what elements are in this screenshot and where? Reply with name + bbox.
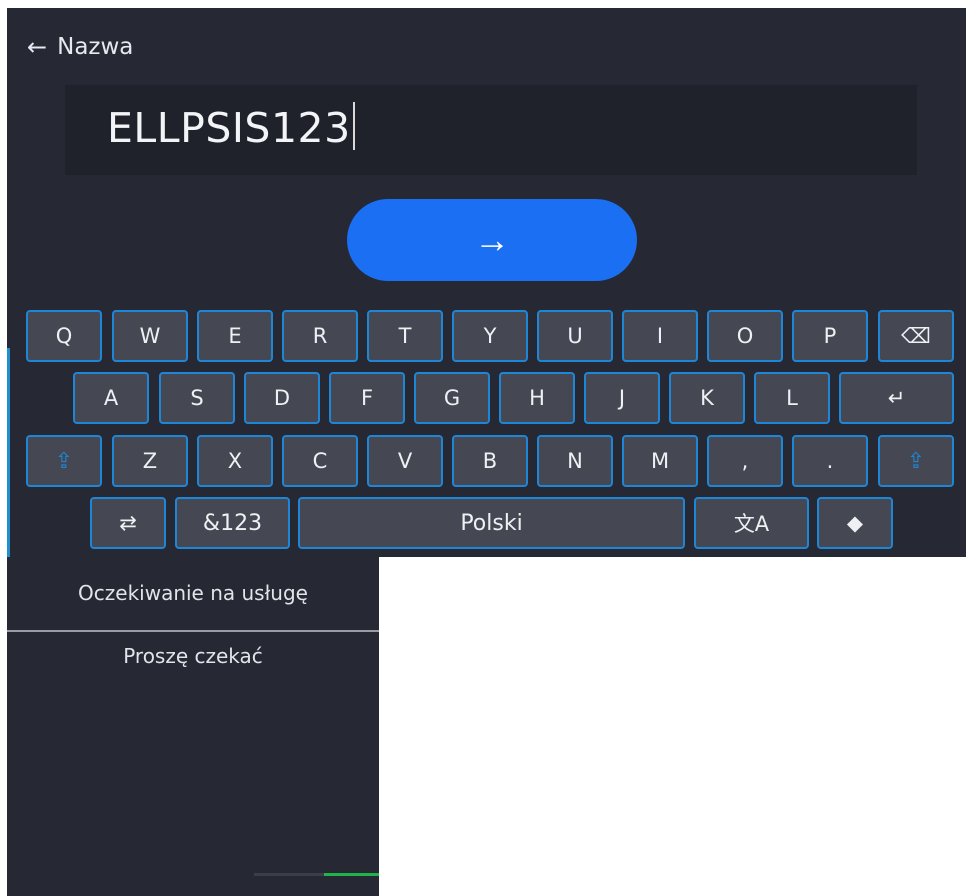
key-i[interactable]: I: [622, 310, 698, 362]
status-panel: Oczekiwanie na usługę Proszę czekać: [7, 557, 379, 896]
confirm-button[interactable]: →: [347, 199, 637, 281]
switch-layout-key[interactable]: ⇄: [90, 497, 166, 549]
panel-edge-line: [7, 348, 10, 557]
key-period[interactable]: .: [792, 435, 868, 487]
backspace-icon: ⌫: [901, 324, 931, 348]
key-l[interactable]: L: [754, 372, 830, 424]
key-x[interactable]: X: [197, 435, 273, 487]
enter-icon: ↵: [887, 386, 906, 410]
arrow-right-icon: →: [474, 219, 510, 260]
key-s[interactable]: S: [159, 372, 235, 424]
shift-key-right[interactable]: ⇪: [878, 435, 954, 487]
progress-track: [254, 873, 324, 876]
status-divider: [7, 630, 379, 632]
key-u[interactable]: U: [537, 310, 613, 362]
cropped-top-strip: [0, 0, 966, 8]
key-w[interactable]: W: [112, 310, 188, 362]
clear-key[interactable]: ◆: [817, 497, 893, 549]
key-f[interactable]: F: [329, 372, 405, 424]
back-arrow-icon[interactable]: ←: [27, 35, 47, 59]
key-r[interactable]: R: [282, 310, 358, 362]
key-j[interactable]: J: [584, 372, 660, 424]
key-v[interactable]: V: [367, 435, 443, 487]
key-e[interactable]: E: [197, 310, 273, 362]
key-d[interactable]: D: [244, 372, 320, 424]
key-y[interactable]: Y: [452, 310, 528, 362]
shift-icon: ⇪: [906, 448, 926, 474]
header: ← Nazwa: [27, 32, 133, 62]
symbols-key[interactable]: &123: [175, 497, 290, 549]
name-input[interactable]: ELLPSIS123: [65, 85, 917, 175]
key-g[interactable]: G: [414, 372, 490, 424]
key-k[interactable]: K: [669, 372, 745, 424]
enter-key[interactable]: ↵: [839, 372, 954, 424]
text-caret: [352, 102, 355, 150]
key-m[interactable]: M: [622, 435, 698, 487]
progress-fill: [324, 873, 379, 876]
key-b[interactable]: B: [452, 435, 528, 487]
keyboard-panel: ← Nazwa ELLPSIS123 → Q W E R T Y U I O P…: [7, 8, 966, 557]
eraser-icon: ◆: [846, 511, 864, 535]
space-key[interactable]: Polski: [298, 497, 685, 549]
key-o[interactable]: O: [707, 310, 783, 362]
switch-arrows-icon: ⇄: [119, 511, 137, 535]
key-t[interactable]: T: [367, 310, 443, 362]
shift-icon: ⇪: [54, 448, 74, 474]
key-z[interactable]: Z: [112, 435, 188, 487]
key-h[interactable]: H: [499, 372, 575, 424]
key-c[interactable]: C: [282, 435, 358, 487]
key-a[interactable]: A: [73, 372, 149, 424]
name-input-value[interactable]: ELLPSIS123: [107, 102, 355, 152]
key-p[interactable]: P: [792, 310, 868, 362]
status-title: Oczekiwanie na usługę: [78, 581, 308, 605]
status-message: Proszę czekać: [123, 644, 263, 668]
shift-key-left[interactable]: ⇪: [26, 435, 102, 487]
key-q[interactable]: Q: [26, 310, 102, 362]
backspace-key[interactable]: ⌫: [878, 310, 954, 362]
language-key[interactable]: 文A: [694, 497, 809, 549]
page-title: Nazwa: [57, 34, 134, 60]
progress-bar: [254, 873, 379, 876]
key-comma[interactable]: ,: [707, 435, 783, 487]
translate-icon: 文A: [733, 512, 770, 536]
key-n[interactable]: N: [537, 435, 613, 487]
